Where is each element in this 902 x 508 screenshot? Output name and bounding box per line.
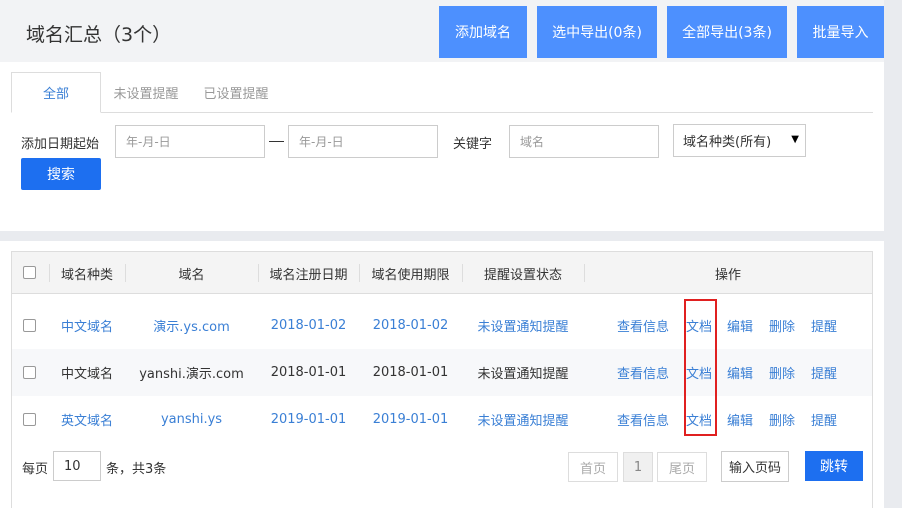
search-button[interactable]: 搜索 — [21, 158, 101, 190]
top-panel: 域名汇总（3个） 添加域名 选中导出(0条) 全部导出(3条) 批量导入 全部 … — [0, 0, 884, 231]
reminder-status[interactable]: 未设置通知提醒 — [462, 396, 584, 443]
domain-type-select[interactable]: 域名种类(所有) ▼ — [673, 124, 806, 157]
export-selected-button[interactable]: 选中导出(0条) — [537, 6, 657, 58]
page-number-current[interactable]: 1 — [623, 452, 653, 482]
bulk-import-button[interactable]: 批量导入 — [797, 6, 884, 58]
tab-unset-reminder[interactable]: 未设置提醒 — [111, 72, 181, 113]
highlight-annotation-box — [684, 299, 717, 436]
expire-date: 2018-01-01 — [372, 365, 449, 380]
reminder-status: 未设置通知提醒 — [477, 367, 569, 382]
date-start-input[interactable] — [115, 125, 265, 158]
export-all-button[interactable]: 全部导出(3条) — [667, 6, 787, 58]
edit-link[interactable]: 编辑 — [724, 349, 756, 396]
delete-link[interactable]: 删除 — [766, 302, 798, 349]
domain-type[interactable]: 中文域名 — [49, 302, 125, 349]
date-range-label: 添加日期起始 — [21, 137, 100, 152]
page-title: 域名汇总（3个） — [26, 24, 172, 46]
select-all-checkbox[interactable] — [23, 266, 36, 279]
expire-date[interactable]: 2019-01-01 — [359, 396, 462, 443]
tab-set-reminder[interactable]: 已设置提醒 — [201, 72, 271, 113]
header-domain: 域名 — [178, 267, 205, 283]
per-page-input[interactable]: 10 — [53, 451, 101, 481]
table-row: 中文域名 演示.ys.com 2018-01-02 2018-01-02 未设置… — [12, 302, 872, 349]
header-status: 提醒设置状态 — [483, 267, 562, 283]
remind-link[interactable]: 提醒 — [808, 396, 840, 443]
header-type: 域名种类 — [60, 267, 113, 283]
view-info-link[interactable]: 查看信息 — [612, 396, 674, 443]
first-page-button[interactable]: 首页 — [568, 452, 618, 482]
tab-all[interactable]: 全部 — [11, 72, 101, 113]
domain-type-select-value: 域名种类(所有) — [683, 135, 772, 150]
domain-name[interactable]: yanshi.ys — [125, 396, 258, 443]
delete-link[interactable]: 删除 — [766, 396, 798, 443]
last-page-button[interactable]: 尾页 — [657, 452, 707, 482]
date-end-input[interactable] — [288, 125, 438, 158]
table-row: 中文域名 yanshi.演示.com 2018-01-01 2018-01-01… — [12, 349, 872, 396]
date-range-dash — [269, 141, 284, 142]
edit-link[interactable]: 编辑 — [724, 302, 756, 349]
delete-link[interactable]: 删除 — [766, 349, 798, 396]
edit-link[interactable]: 编辑 — [724, 396, 756, 443]
table-row: 英文域名 yanshi.ys 2019-01-01 2019-01-01 未设置… — [12, 396, 872, 443]
table-header: 域名种类 域名 域名注册日期 域名使用期限 提醒设置状态 操作 — [12, 252, 872, 294]
reg-date[interactable]: 2019-01-01 — [258, 396, 359, 443]
goto-page-button[interactable]: 跳转 — [805, 451, 863, 481]
goto-page-input[interactable]: 输入页码 — [721, 451, 789, 482]
domain-name[interactable]: 演示.ys.com — [125, 302, 258, 349]
expire-date[interactable]: 2018-01-02 — [359, 302, 462, 349]
add-domain-button[interactable]: 添加域名 — [439, 6, 527, 58]
row-checkbox[interactable] — [23, 319, 36, 332]
reminder-status[interactable]: 未设置通知提醒 — [462, 302, 584, 349]
header-actions: 操作 — [714, 267, 741, 283]
header-bar: 域名汇总（3个） 添加域名 选中导出(0条) 全部导出(3条) 批量导入 — [0, 0, 884, 62]
domain-name: yanshi.演示.com — [139, 367, 244, 382]
keyword-input[interactable] — [509, 125, 659, 158]
domain-type[interactable]: 英文域名 — [49, 396, 125, 443]
remind-link[interactable]: 提醒 — [808, 349, 840, 396]
filter-tabs: 全部 未设置提醒 已设置提醒 — [11, 72, 873, 113]
reg-date[interactable]: 2018-01-02 — [258, 302, 359, 349]
header-expire-date: 域名使用期限 — [371, 267, 450, 283]
remind-link[interactable]: 提醒 — [808, 302, 840, 349]
header-reg-date: 域名注册日期 — [269, 267, 348, 283]
row-checkbox[interactable] — [23, 413, 36, 426]
reg-date: 2018-01-01 — [270, 365, 347, 380]
per-page-label: 每页 — [22, 462, 49, 477]
caret-down-icon: ▼ — [791, 134, 799, 145]
domain-type: 中文域名 — [60, 367, 113, 382]
view-info-link[interactable]: 查看信息 — [612, 302, 674, 349]
keyword-label: 关键字 — [453, 137, 493, 152]
total-count-text: 条，共3条 — [106, 462, 167, 477]
view-info-link[interactable]: 查看信息 — [612, 349, 674, 396]
row-checkbox[interactable] — [23, 366, 36, 379]
